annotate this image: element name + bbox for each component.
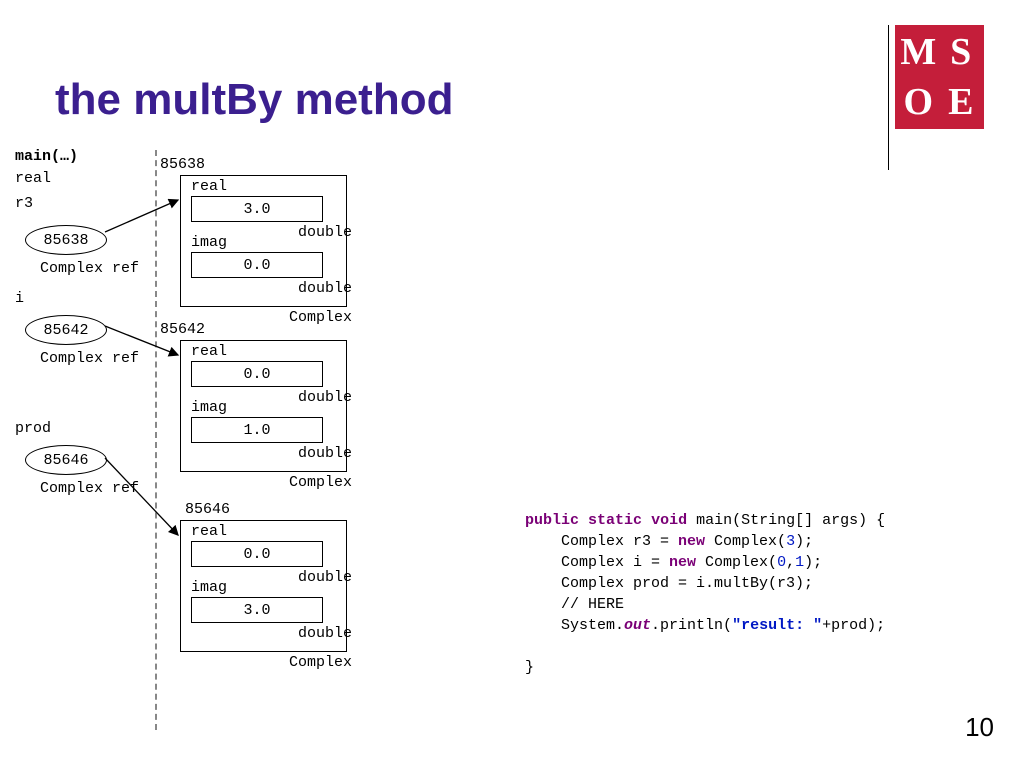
heap-addr: 85646 xyxy=(185,501,230,518)
kw: public xyxy=(525,512,579,529)
kw: new xyxy=(669,554,696,571)
field-value: 3.0 xyxy=(191,196,323,222)
code-text: Complex( xyxy=(696,554,777,571)
logo-letter: M xyxy=(897,27,940,77)
field-type: double xyxy=(298,224,352,241)
code-text: Complex prod = i.multBy(r3); xyxy=(525,575,813,592)
logo-letter: E xyxy=(940,77,983,127)
ref-oval-prod: 85646 xyxy=(25,445,107,475)
logo-letter: S xyxy=(940,27,983,77)
heap-object: real 0.0 double imag 1.0 double Complex xyxy=(180,340,347,472)
code-text: , xyxy=(786,554,795,571)
field-label: real xyxy=(191,523,227,540)
field-value: 1.0 xyxy=(191,417,323,443)
field-label: imag xyxy=(191,579,227,596)
logo-letter: O xyxy=(897,77,940,127)
kw: static xyxy=(588,512,642,529)
code-text: System. xyxy=(525,617,624,634)
field-label: real xyxy=(191,178,227,195)
field-type: double xyxy=(298,280,352,297)
field-type: double xyxy=(298,569,352,586)
code-text: } xyxy=(525,659,534,676)
code-snippet: public static void main(String[] args) {… xyxy=(525,510,885,678)
field-label: imag xyxy=(191,399,227,416)
kw: void xyxy=(651,512,687,529)
code-text: Complex( xyxy=(705,533,786,550)
num: 0 xyxy=(777,554,786,571)
class-type: Complex xyxy=(289,474,352,491)
ref-type-r3: Complex ref xyxy=(40,260,139,277)
heap-addr: 85642 xyxy=(160,321,205,338)
msoe-logo: M S O E xyxy=(895,25,984,129)
field-value: 0.0 xyxy=(191,361,323,387)
header-divider xyxy=(888,25,889,170)
class-type: Complex xyxy=(289,654,352,671)
num: 1 xyxy=(795,554,804,571)
code-text: Complex r3 = xyxy=(525,533,678,550)
code-text: ); xyxy=(795,533,813,550)
field-label: imag xyxy=(191,234,227,251)
field-value: 0.0 xyxy=(191,252,323,278)
ref-type-i: Complex ref xyxy=(40,350,139,367)
field-type: double xyxy=(298,389,352,406)
kw: new xyxy=(678,533,705,550)
kw: out xyxy=(624,617,651,634)
class-type: Complex xyxy=(289,309,352,326)
var-label-i: i xyxy=(15,290,24,307)
ref-oval-i: 85642 xyxy=(25,315,107,345)
var-label-r3: r3 xyxy=(15,195,33,212)
code-text: ); xyxy=(804,554,822,571)
field-type: double xyxy=(298,445,352,462)
code-text: Complex i = xyxy=(525,554,669,571)
real-label: real xyxy=(15,170,51,187)
code-text: .println( xyxy=(651,617,732,634)
stack-heap-divider xyxy=(155,150,157,730)
heap-object: real 0.0 double imag 3.0 double Complex xyxy=(180,520,347,652)
field-value: 0.0 xyxy=(191,541,323,567)
code-text: // HERE xyxy=(525,596,624,613)
field-value: 3.0 xyxy=(191,597,323,623)
heap-addr: 85638 xyxy=(160,156,205,173)
heap-object: real 3.0 double imag 0.0 double Complex xyxy=(180,175,347,307)
ref-type-prod: Complex ref xyxy=(40,480,139,497)
page-number: 10 xyxy=(965,712,994,743)
main-frame-label: main(…) xyxy=(15,148,78,165)
code-text: +prod); xyxy=(822,617,885,634)
field-label: real xyxy=(191,343,227,360)
code-text: main(String[] args) { xyxy=(687,512,885,529)
str: "result: " xyxy=(732,617,822,634)
field-type: double xyxy=(298,625,352,642)
slide-title: the multBy method xyxy=(55,75,453,125)
num: 3 xyxy=(786,533,795,550)
ref-oval-r3: 85638 xyxy=(25,225,107,255)
var-label-prod: prod xyxy=(15,420,51,437)
